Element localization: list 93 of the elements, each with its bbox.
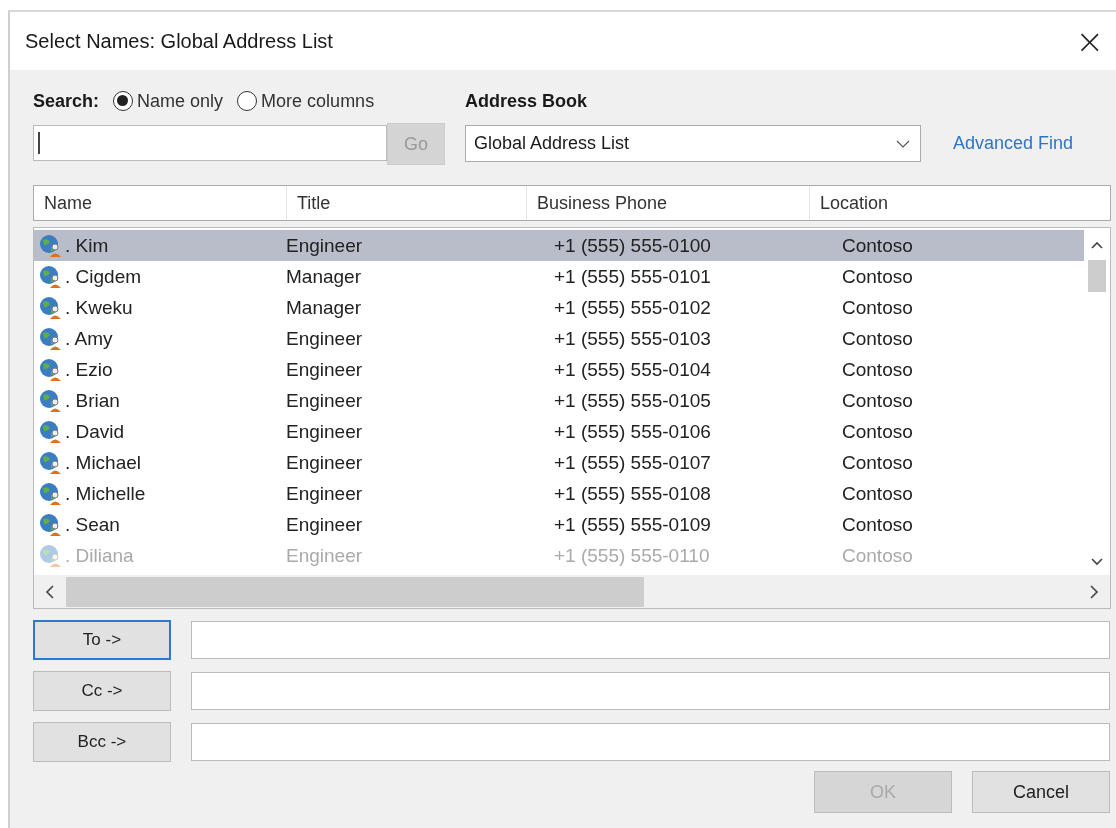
table-cell-text: Contoso [842, 358, 914, 381]
table-cell-text: +1 (555) 555-0105 [554, 389, 712, 412]
table-cell-text: Contoso [842, 544, 914, 567]
recipient-field[interactable] [190, 621, 1110, 659]
table-cell-text: +1 (555) 555-0104 [554, 358, 712, 381]
address-book-label: Address Book [465, 90, 589, 113]
table-cell-text: Manager [286, 296, 362, 319]
table-cell-text: +1 (555) 555-0110 [554, 544, 711, 567]
search-field[interactable] [33, 125, 387, 161]
table-cell-text: Engineer [286, 513, 364, 536]
table-cell-text: Contoso [842, 451, 914, 474]
contact-name: . Amy [65, 327, 113, 350]
radio-option[interactable]: More columns [237, 90, 375, 112]
contact-globe-icon [39, 512, 63, 537]
column-header[interactable]: Business Phone [526, 186, 809, 220]
contact-globe-icon [39, 481, 63, 506]
table-cell-text: Engineer [286, 234, 364, 257]
column-header[interactable]: Location [809, 186, 1110, 220]
table-cell-text: Engineer [286, 389, 364, 412]
table-cell-text: Contoso [842, 420, 914, 443]
contact-row[interactable]: . Kim Engineer +1 (555) 555-0100 Contoso [34, 230, 1084, 261]
table-cell-text: Contoso [842, 482, 914, 505]
table-cell-text: Engineer [286, 358, 364, 381]
contact-row[interactable]: . Ezio Engineer +1 (555) 555-0104 Contoso [34, 354, 1084, 385]
contact-row[interactable]: . Michelle Engineer +1 (555) 555-0108 Contoso [34, 478, 1084, 509]
contact-globe-icon [39, 326, 63, 351]
contact-row[interactable]: . Cigdem Manager +1 (555) 555-0101 Contoso [34, 261, 1084, 292]
contact-name: . Kim [65, 234, 109, 257]
contact-name: . Ezio [65, 358, 113, 381]
close-button[interactable]: × [1071, 24, 1108, 58]
table-cell-text: Engineer [286, 482, 364, 505]
contact-row[interactable]: . David Engineer +1 (555) 555-0106 Contoso [34, 416, 1084, 447]
contact-name: . Diliana [65, 544, 134, 567]
window-title: Select Names: Global Address List [25, 29, 333, 53]
scroll-right-icon[interactable] [1088, 583, 1100, 600]
recipient-button[interactable]: Bcc -> [33, 722, 171, 762]
recipient-field[interactable] [190, 672, 1110, 710]
table-cell-text: Engineer [286, 451, 364, 474]
scroll-left-icon[interactable] [44, 583, 56, 600]
contact-name: . Brian [65, 389, 120, 412]
recipient-button[interactable]: To -> [33, 620, 171, 660]
table-cell-text: Contoso [842, 327, 914, 350]
contact-row[interactable]: . Brian Engineer +1 (555) 555-0105 Contoso [34, 385, 1084, 416]
contact-globe-icon [39, 233, 63, 258]
table-cell-text: +1 (555) 555-0103 [554, 327, 712, 350]
contact-name: . Michael [65, 451, 142, 474]
contact-name: . Sean [65, 513, 120, 536]
table-cell-text: +1 (555) 555-0107 [554, 451, 712, 474]
table-cell-text: Contoso [842, 296, 914, 319]
contact-globe-icon [39, 264, 63, 289]
table-cell-text: Contoso [842, 265, 914, 288]
contact-row[interactable]: . Kweku Manager +1 (555) 555-0102 Contoso [34, 292, 1084, 323]
table-cell-text: +1 (555) 555-0100 [554, 234, 712, 257]
search-label: Search: [33, 90, 100, 112]
radio-option[interactable]: Name only [113, 90, 224, 112]
scrollbar-thumb[interactable] [66, 576, 644, 607]
table-cell-text: +1 (555) 555-0109 [554, 513, 712, 536]
contact-row[interactable]: . Michael Engineer +1 (555) 555-0107 Contoso [34, 447, 1084, 478]
table-cell-text: Contoso [842, 234, 914, 257]
contact-globe-icon [39, 419, 63, 444]
table-cell-text: Engineer [286, 420, 364, 443]
table-cell-text: +1 (555) 555-0108 [554, 482, 712, 505]
scroll-down-icon[interactable] [1090, 557, 1104, 567]
contact-row[interactable]: . Sean Engineer +1 (555) 555-0109 Contoso [34, 509, 1084, 540]
address-book-dropdown[interactable]: Global Address List [465, 125, 921, 162]
table-cell-text: +1 (555) 555-0102 [554, 296, 712, 319]
table-cell-text: Contoso [842, 389, 914, 412]
contact-name: . Cigdem [65, 265, 142, 288]
column-header[interactable]: Title [286, 186, 526, 220]
recipient-button[interactable]: Cc -> [33, 671, 171, 711]
contact-globe-icon [39, 543, 63, 568]
horizontal-scrollbar[interactable] [33, 575, 1111, 609]
table-cell-text: Engineer [286, 327, 364, 350]
contact-name: . Kweku [65, 296, 133, 319]
dialog-button[interactable]: Cancel [972, 771, 1110, 813]
column-header[interactable]: Name [34, 186, 286, 220]
contact-name: . David [65, 420, 125, 443]
contact-row[interactable]: . Amy Engineer +1 (555) 555-0103 Contoso [34, 323, 1084, 354]
advanced-find-link[interactable]: Advanced Find [953, 133, 1074, 154]
contact-globe-icon [39, 357, 63, 382]
table-cell-text: Contoso [842, 513, 914, 536]
chevron-down-icon [896, 139, 910, 148]
recipient-field[interactable] [190, 723, 1110, 761]
scrollbar-thumb[interactable] [1088, 260, 1106, 292]
table-cell-text: +1 (555) 555-0106 [554, 420, 712, 443]
table-cell-text: Engineer [286, 544, 364, 567]
contact-globe-icon [39, 388, 63, 413]
table-cell-text: Manager [286, 265, 362, 288]
contact-name: . Michelle [65, 482, 146, 505]
scroll-up-icon[interactable] [1090, 240, 1104, 250]
table-cell-text: +1 (555) 555-0101 [554, 265, 712, 288]
contact-globe-icon [39, 295, 63, 320]
contact-globe-icon [39, 450, 63, 475]
